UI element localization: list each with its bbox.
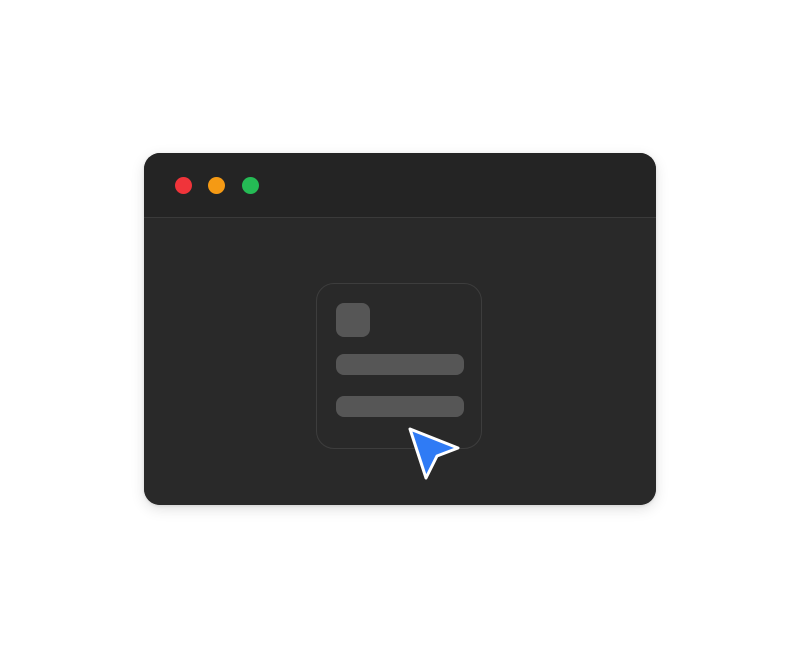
- window-titlebar: [144, 153, 656, 218]
- maximize-dot-icon[interactable]: [242, 177, 259, 194]
- window-content: [144, 218, 656, 505]
- document-text-line: [336, 396, 464, 417]
- mouse-pointer-icon: [408, 427, 460, 480]
- mouse-pointer-shape: [408, 427, 460, 480]
- canvas: [0, 0, 800, 656]
- minimize-dot-icon[interactable]: [208, 177, 225, 194]
- close-dot-icon[interactable]: [175, 177, 192, 194]
- document-thumbnail-block: [336, 303, 370, 337]
- app-window: [144, 153, 656, 505]
- document-text-line: [336, 354, 464, 375]
